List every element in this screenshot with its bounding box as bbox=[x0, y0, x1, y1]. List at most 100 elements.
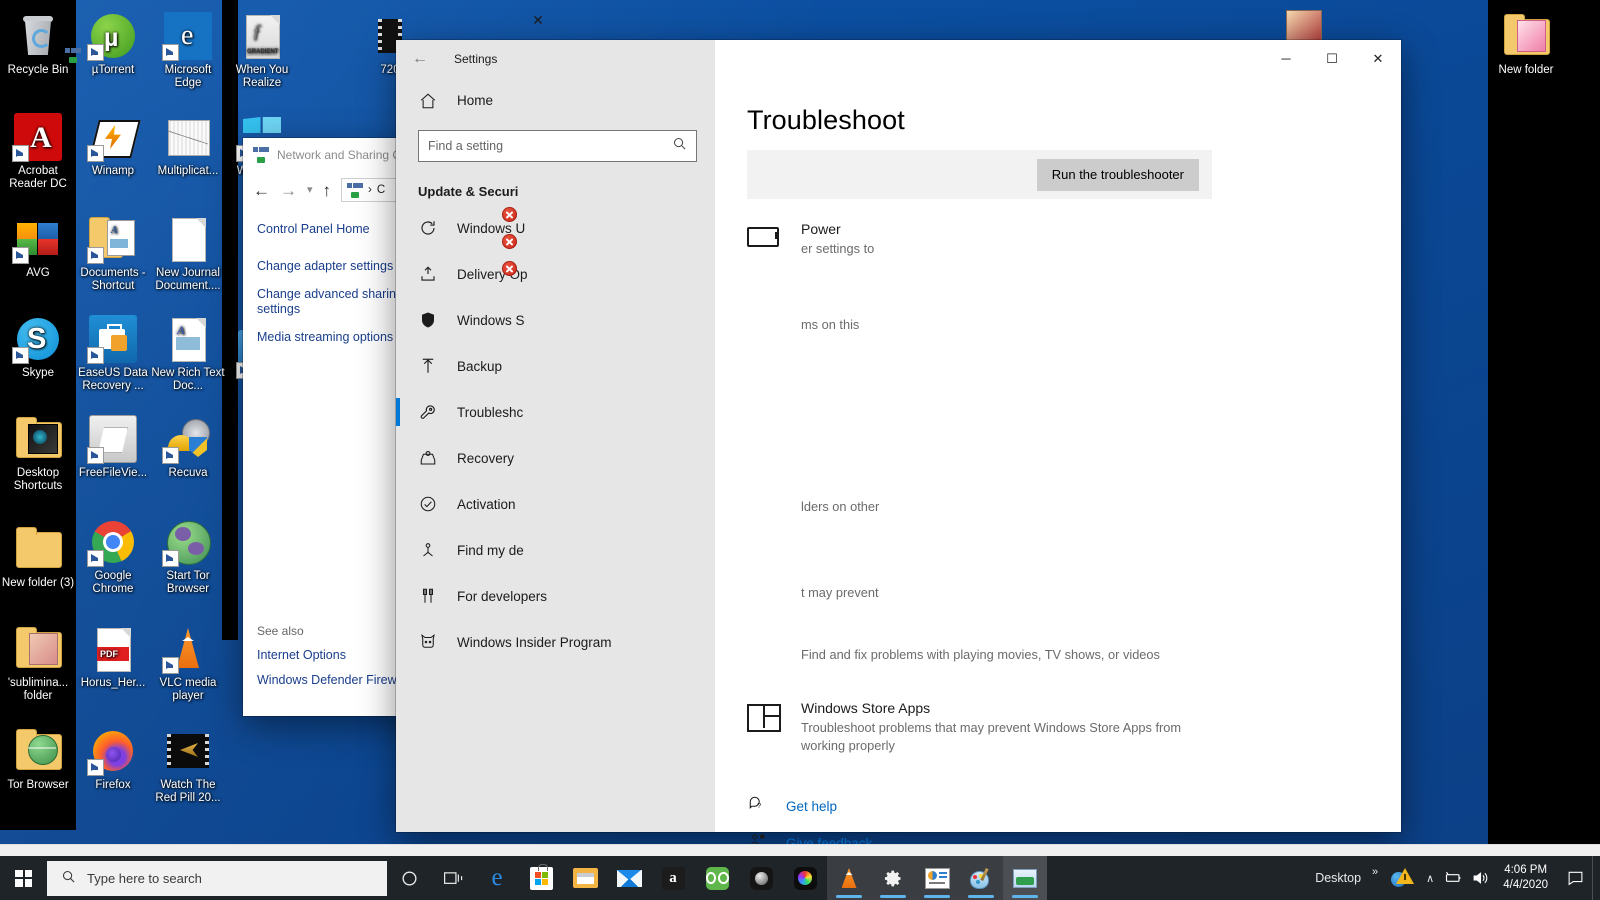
get-help-row[interactable]: ? Get help bbox=[747, 795, 1401, 818]
nsc-link-change-advanced-sharing[interactable]: Change advanced sharing settings bbox=[257, 287, 407, 317]
tray-desktop-label[interactable]: Desktop bbox=[1315, 871, 1365, 885]
taskbar-cortana-icon[interactable] bbox=[387, 856, 431, 900]
desktop-icon-watch-the-red-pill[interactable]: Watch The Red Pill 20... bbox=[150, 727, 226, 805]
taskbar-colorpicker-icon[interactable] bbox=[783, 856, 827, 900]
sidebar-item-backup[interactable]: Backup bbox=[396, 343, 715, 389]
start-button[interactable] bbox=[0, 856, 47, 900]
settings-window[interactable]: ← Settings ─ ☐ ✕ Home Find a setting Upd… bbox=[396, 40, 1401, 851]
desktop-icon-winamp[interactable]: Winamp bbox=[75, 113, 151, 178]
desktop-thumbnail-photo[interactable] bbox=[1286, 10, 1322, 42]
taskbar-task-view-icon[interactable] bbox=[431, 856, 475, 900]
desktop-icon-skype[interactable]: S Skype bbox=[0, 315, 76, 380]
close-button[interactable]: ✕ bbox=[1355, 40, 1401, 77]
icon-label: Watch The Red Pill 20... bbox=[155, 779, 221, 804]
forward-icon[interactable]: → bbox=[280, 182, 297, 199]
taskbar-edge-icon[interactable]: e bbox=[475, 856, 519, 900]
show-desktop-button[interactable] bbox=[1592, 856, 1600, 900]
action-center-icon[interactable] bbox=[1558, 856, 1592, 900]
desktop-icon-new-journal-document[interactable]: New Journal Document.... bbox=[150, 215, 226, 293]
taskbar-tripadvisor-icon[interactable] bbox=[695, 856, 739, 900]
page-title: Troubleshoot bbox=[747, 105, 905, 135]
desktop-icon-recuva[interactable]: Recuva bbox=[150, 415, 226, 480]
desktop-icon-tor-browser-folder[interactable]: Tor Browser bbox=[0, 727, 76, 792]
desktop-icon-documents-shortcut[interactable]: A Documents - Shortcut bbox=[75, 215, 151, 293]
shield-icon bbox=[418, 311, 437, 330]
desktop-icon-new-folder-right[interactable]: New folder bbox=[1488, 12, 1564, 77]
breadcrumb-text: C bbox=[376, 184, 386, 196]
taskbar-control-panel-icon[interactable] bbox=[915, 856, 959, 900]
taskbar-settings-icon[interactable] bbox=[871, 856, 915, 900]
troubleshoot-section-windows-store-apps[interactable]: Windows Store Apps Troubleshoot problems… bbox=[747, 700, 1207, 755]
desktop-icon-avg[interactable]: AVG bbox=[0, 215, 76, 280]
sidebar-item-label: Backup bbox=[457, 358, 503, 374]
taskbar-paint-icon[interactable] bbox=[959, 856, 1003, 900]
up-icon[interactable]: ↑ bbox=[323, 182, 332, 199]
search-icon[interactable] bbox=[672, 136, 687, 156]
folder-photo-icon bbox=[14, 625, 62, 673]
dialog-titlebar[interactable]: ✕ bbox=[0, 0, 563, 40]
taskbar-search-box[interactable]: Type here to search bbox=[47, 860, 387, 896]
system-tray[interactable]: Desktop » ∧ 4:06 PM 4/4/2020 bbox=[1315, 856, 1600, 900]
sidebar-item-for-developers[interactable]: For developers bbox=[396, 573, 715, 619]
svg-text:?: ? bbox=[757, 801, 761, 810]
tray-warning-icon[interactable] bbox=[1385, 856, 1419, 900]
tray-overflow-icon[interactable]: » bbox=[1365, 856, 1385, 878]
desktop-icon-subliminal-folder[interactable]: 'sublimina... folder bbox=[0, 625, 76, 703]
tray-show-hidden-chevron-icon[interactable]: ∧ bbox=[1419, 872, 1441, 885]
desktop-icon-easeus-data-recovery[interactable]: EaseUS Data Recovery ... bbox=[75, 315, 151, 393]
sidebar-item-activation[interactable]: Activation bbox=[396, 481, 715, 527]
upload-icon bbox=[418, 357, 437, 376]
desktop-icon-freefileviewer[interactable]: FreeFileVie... bbox=[75, 415, 151, 480]
recent-locations-chevron-icon[interactable]: ▾ bbox=[307, 184, 313, 196]
back-icon[interactable]: ← bbox=[253, 182, 270, 199]
taskbar-network-sharing-icon[interactable] bbox=[1003, 856, 1047, 900]
icon-label: New folder bbox=[1498, 64, 1554, 76]
taskbar-file-explorer-icon[interactable] bbox=[563, 856, 607, 900]
minimize-button[interactable]: ─ bbox=[1263, 40, 1309, 77]
troubleshoot-section-2[interactable]: ms on this bbox=[747, 316, 1187, 348]
back-icon[interactable]: ← bbox=[412, 50, 428, 68]
desktop-icon-google-chrome[interactable]: Google Chrome bbox=[75, 518, 151, 596]
settings-titlebar[interactable]: ← Settings ─ ☐ ✕ bbox=[396, 40, 1401, 77]
maximize-button[interactable]: ☐ bbox=[1309, 40, 1355, 77]
taskbar-vlc-icon[interactable] bbox=[827, 856, 871, 900]
sidebar-item-windows-security[interactable]: Windows S bbox=[396, 297, 715, 343]
desktop-icon-desktop-shortcuts[interactable]: Desktop Shortcuts bbox=[0, 415, 76, 493]
taskbar-amazon-icon[interactable]: a bbox=[651, 856, 695, 900]
run-troubleshooter-button[interactable]: Run the troubleshooter bbox=[1036, 158, 1199, 191]
sidebar-item-recovery[interactable]: Recovery bbox=[396, 435, 715, 481]
sidebar-item-troubleshoot[interactable]: Troubleshc bbox=[396, 389, 715, 435]
troubleshoot-section-power[interactable]: Power er settings to bbox=[747, 221, 1187, 258]
folder-photo-icon bbox=[14, 415, 62, 463]
troubleshoot-section-video-playback[interactable]: Find and fix problems with playing movie… bbox=[747, 646, 1227, 678]
clock[interactable]: 4:06 PM 4/4/2020 bbox=[1493, 863, 1558, 893]
sidebar-item-home[interactable]: Home bbox=[396, 77, 715, 124]
troubleshoot-section-3[interactable]: lders on other bbox=[747, 498, 1187, 530]
desktop-icon-start-tor-browser[interactable]: Start Tor Browser bbox=[150, 518, 226, 596]
desktop-icon-firefox[interactable]: Firefox bbox=[75, 727, 151, 792]
desktop-icon-vlc-media-player[interactable]: VLC media player bbox=[150, 625, 226, 703]
sidebar-item-windows-update[interactable]: Windows U bbox=[396, 205, 715, 251]
taskbar[interactable]: Type here to search e a Desktop » ∧ 4:06… bbox=[0, 856, 1600, 900]
sync-icon bbox=[418, 219, 437, 238]
desktop-icon-new-rich-text-doc[interactable]: A New Rich Text Doc... bbox=[150, 315, 226, 393]
desktop-icon-acrobat-reader-dc[interactable]: A Acrobat Reader DC bbox=[0, 113, 76, 191]
tray-volume-icon[interactable] bbox=[1467, 856, 1493, 900]
get-help-link[interactable]: Get help bbox=[786, 799, 837, 814]
taskbar-microsoft-store-icon[interactable] bbox=[519, 856, 563, 900]
desktop-icon-new-folder-3[interactable]: New folder (3) bbox=[0, 525, 76, 590]
sidebar-item-delivery-optimization[interactable]: Delivery Op bbox=[396, 251, 715, 297]
taskbar-mail-icon[interactable] bbox=[607, 856, 651, 900]
dialog-close-icon[interactable]: ✕ bbox=[525, 9, 551, 31]
desktop-icon-horus-her-pdf[interactable]: PDF Horus_Her... bbox=[75, 625, 151, 690]
firefox-icon bbox=[87, 727, 137, 776]
sidebar-item-windows-insider-program[interactable]: Windows Insider Program bbox=[396, 619, 715, 665]
tray-battery-icon[interactable] bbox=[1441, 856, 1467, 900]
sidebar-item-find-my-device[interactable]: Find my de bbox=[396, 527, 715, 573]
desktop-icon-multiplication[interactable]: Multiplicat... bbox=[150, 113, 226, 178]
search-input[interactable]: Find a setting bbox=[418, 130, 697, 162]
troubleshoot-section-4[interactable]: t may prevent bbox=[747, 584, 1187, 616]
search-setting-wrap[interactable]: Find a setting bbox=[418, 130, 697, 162]
settings-sidebar[interactable]: Home Find a setting Update & Securi Wind… bbox=[396, 77, 715, 832]
taskbar-camera-icon[interactable] bbox=[739, 856, 783, 900]
